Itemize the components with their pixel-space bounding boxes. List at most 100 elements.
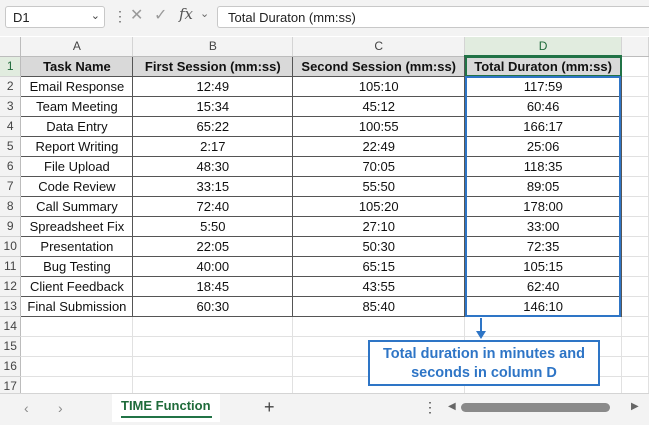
empty-cell[interactable] — [621, 236, 649, 257]
cell-total-duration[interactable]: 105:15 — [464, 255, 623, 277]
column-header-e[interactable] — [621, 37, 649, 57]
empty-cell[interactable] — [20, 356, 134, 377]
cell-first-session[interactable]: 5:50 — [132, 215, 294, 237]
cancel-icon[interactable]: ✕ — [130, 5, 143, 25]
row-header[interactable]: 1 — [0, 56, 22, 77]
empty-cell[interactable] — [621, 296, 649, 317]
cell-first-session[interactable]: 60:30 — [132, 295, 294, 317]
cell-total-duration[interactable]: 62:40 — [464, 275, 623, 297]
empty-cell[interactable] — [621, 116, 649, 137]
scroll-left-icon[interactable]: ◀ — [448, 401, 456, 412]
cell-task-name[interactable]: File Upload — [20, 155, 134, 177]
row-header[interactable]: 14 — [0, 316, 22, 337]
row-header[interactable]: 12 — [0, 276, 22, 297]
row-header[interactable]: 8 — [0, 196, 22, 217]
cell-second-session[interactable]: 22:49 — [292, 135, 466, 157]
cell-task-name[interactable]: Final Submission — [20, 295, 134, 317]
cell-second-session[interactable]: 85:40 — [292, 295, 466, 317]
check-icon[interactable]: ✓ — [154, 5, 167, 25]
cell-total-duration[interactable]: 118:35 — [464, 155, 623, 177]
cell-total-duration[interactable]: 117:59 — [464, 75, 623, 97]
header-cell-task-name[interactable]: Task Name — [20, 55, 134, 77]
cell-first-session[interactable]: 18:45 — [132, 275, 294, 297]
empty-cell[interactable] — [132, 316, 294, 337]
more-vertical-icon[interactable]: ⋮ — [423, 399, 437, 416]
cell-second-session[interactable]: 43:55 — [292, 275, 466, 297]
name-box[interactable]: D1 ⌄ — [5, 6, 105, 28]
column-header-a[interactable]: A — [20, 37, 134, 57]
formula-input[interactable]: Total Duraton (mm:ss) — [217, 6, 649, 28]
header-cell-total-duration[interactable]: Total Duraton (mm:ss) — [464, 55, 623, 77]
row-header[interactable]: 10 — [0, 236, 22, 257]
chevron-down-icon[interactable]: ⌄ — [200, 7, 209, 20]
row-header[interactable]: 9 — [0, 216, 22, 237]
plus-icon[interactable]: + — [264, 397, 275, 418]
cell-total-duration[interactable]: 146:10 — [464, 295, 623, 317]
empty-cell[interactable] — [464, 316, 623, 337]
row-header[interactable]: 16 — [0, 356, 22, 377]
cell-task-name[interactable]: Bug Testing — [20, 255, 134, 277]
column-header-d[interactable]: D — [464, 37, 623, 57]
column-header-c[interactable]: C — [292, 37, 466, 57]
cell-total-duration[interactable]: 89:05 — [464, 175, 623, 197]
cell-first-session[interactable]: 48:30 — [132, 155, 294, 177]
row-header[interactable]: 5 — [0, 136, 22, 157]
empty-cell[interactable] — [621, 256, 649, 277]
empty-cell[interactable] — [621, 336, 649, 357]
cell-first-session[interactable]: 12:49 — [132, 75, 294, 97]
chevron-down-icon[interactable]: ⌄ — [91, 9, 100, 22]
cell-second-session[interactable]: 50:30 — [292, 235, 466, 257]
cell-total-duration[interactable]: 72:35 — [464, 235, 623, 257]
cell-total-duration[interactable]: 166:17 — [464, 115, 623, 137]
fx-icon[interactable]: fx — [179, 5, 193, 23]
row-header[interactable]: 6 — [0, 156, 22, 177]
empty-cell[interactable] — [621, 56, 649, 77]
cell-first-session[interactable]: 72:40 — [132, 195, 294, 217]
column-header-b[interactable]: B — [132, 37, 294, 57]
row-header[interactable]: 7 — [0, 176, 22, 197]
cell-task-name[interactable]: Code Review — [20, 175, 134, 197]
cell-second-session[interactable]: 100:55 — [292, 115, 466, 137]
cell-total-duration[interactable]: 33:00 — [464, 215, 623, 237]
cell-total-duration[interactable]: 178:00 — [464, 195, 623, 217]
cell-second-session[interactable]: 105:10 — [292, 75, 466, 97]
cell-task-name[interactable]: Spreadsheet Fix — [20, 215, 134, 237]
empty-cell[interactable] — [621, 196, 649, 217]
row-header[interactable]: 15 — [0, 336, 22, 357]
cell-second-session[interactable]: 45:12 — [292, 95, 466, 117]
empty-cell[interactable] — [20, 336, 134, 357]
empty-cell[interactable] — [621, 356, 649, 377]
empty-cell[interactable] — [621, 276, 649, 297]
cell-total-duration[interactable]: 60:46 — [464, 95, 623, 117]
cell-task-name[interactable]: Presentation — [20, 235, 134, 257]
empty-cell[interactable] — [20, 316, 134, 337]
cell-second-session[interactable]: 55:50 — [292, 175, 466, 197]
sheet-tab-time-function[interactable]: TIME Function — [112, 394, 220, 422]
select-all-corner[interactable] — [0, 37, 22, 57]
cell-task-name[interactable]: Data Entry — [20, 115, 134, 137]
empty-cell[interactable] — [621, 136, 649, 157]
empty-cell[interactable] — [621, 316, 649, 337]
row-header[interactable]: 2 — [0, 76, 22, 97]
cell-first-session[interactable]: 65:22 — [132, 115, 294, 137]
cell-first-session[interactable]: 15:34 — [132, 95, 294, 117]
cell-task-name[interactable]: Call Summary — [20, 195, 134, 217]
chevron-right-icon[interactable]: › — [58, 400, 63, 416]
cell-task-name[interactable]: Team Meeting — [20, 95, 134, 117]
cell-first-session[interactable]: 22:05 — [132, 235, 294, 257]
empty-cell[interactable] — [621, 96, 649, 117]
cell-task-name[interactable]: Client Feedback — [20, 275, 134, 297]
row-header[interactable]: 11 — [0, 256, 22, 277]
row-header[interactable]: 3 — [0, 96, 22, 117]
cell-total-duration[interactable]: 25:06 — [464, 135, 623, 157]
cell-first-session[interactable]: 2:17 — [132, 135, 294, 157]
empty-cell[interactable] — [621, 176, 649, 197]
empty-cell[interactable] — [621, 216, 649, 237]
empty-cell[interactable] — [132, 336, 294, 357]
cell-task-name[interactable]: Report Writing — [20, 135, 134, 157]
cell-second-session[interactable]: 105:20 — [292, 195, 466, 217]
row-header[interactable]: 13 — [0, 296, 22, 317]
empty-cell[interactable] — [132, 356, 294, 377]
chevron-left-icon[interactable]: ‹ — [24, 400, 29, 416]
empty-cell[interactable] — [292, 316, 466, 337]
